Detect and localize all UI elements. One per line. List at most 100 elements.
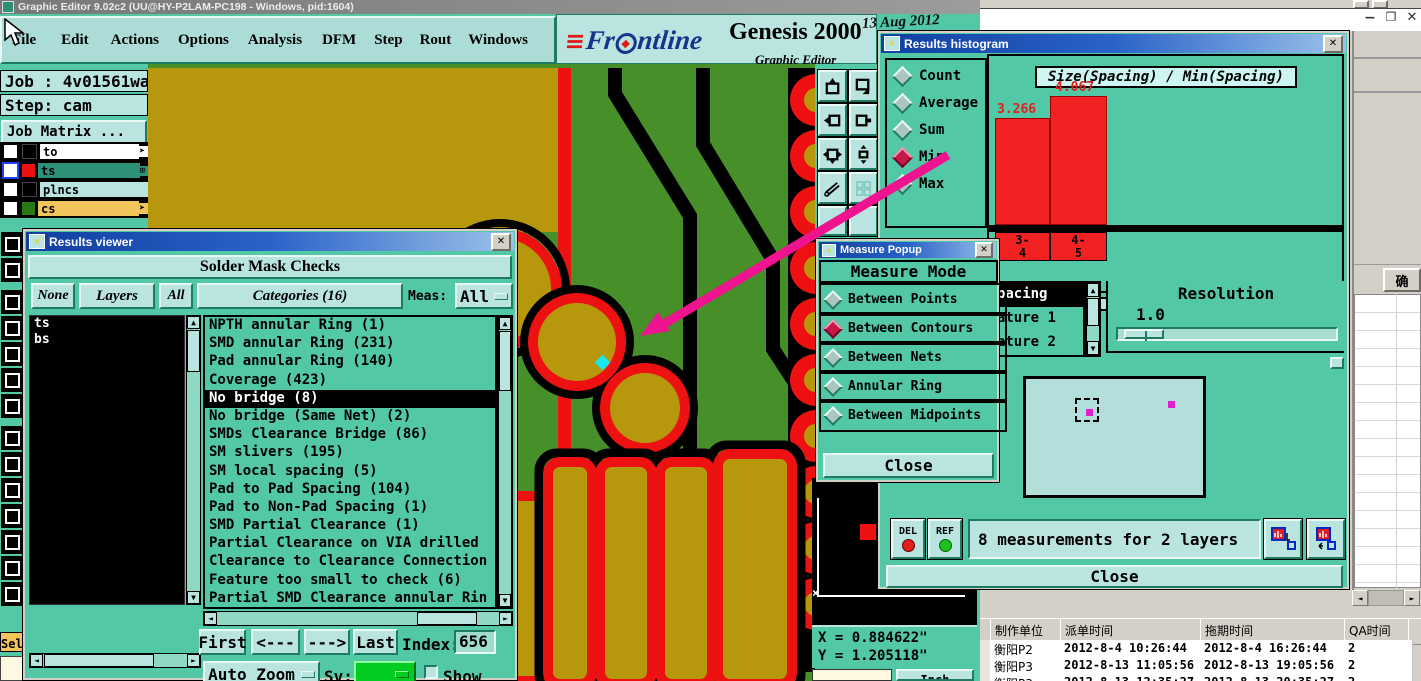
table-cell[interactable]: 衡阳P3 [990,674,1065,681]
toolbar-tools-button[interactable] [817,171,848,205]
layer-list-scrollbar[interactable]: ▲ ▼ [186,315,201,605]
results-viewer-titlebar[interactable]: ✕ Results viewer ✕ [26,232,514,251]
minimap-result-dot[interactable] [1168,401,1175,408]
table-cell[interactable]: 2012-8-13 12:35:27 [1060,674,1205,681]
scroll-right-icon[interactable]: ► [499,612,512,625]
category-item[interactable]: SM local spacing (5) [205,463,495,481]
scroll-up-icon[interactable]: ▲ [187,316,200,329]
layer-slot[interactable] [1,232,23,256]
category-item[interactable]: Partial SMD Clearance annular Rin [205,590,495,607]
categories-header-button[interactable]: Categories (16) [197,283,403,309]
close-icon[interactable]: ✕ [1404,10,1420,26]
toolbar-stretch-button[interactable] [848,137,879,171]
radio-icon[interactable] [891,173,914,195]
layer-checkbox[interactable] [2,162,19,179]
radio-icon[interactable] [823,289,843,310]
scroll-thumb[interactable] [417,612,477,625]
list-item[interactable]: ts [30,316,184,332]
stat-sum[interactable]: Sum [891,119,944,141]
all-layers-button[interactable]: All [159,283,193,309]
scroll-thumb[interactable] [187,330,200,372]
category-item[interactable]: NPTH annular Ring (1) [205,317,495,335]
radio-icon[interactable] [823,376,843,397]
minimap-result-dot[interactable] [1086,409,1093,416]
layer-color-swatch[interactable] [22,202,35,215]
layer-slot[interactable] [1,556,23,580]
layer-name[interactable]: ts [38,163,140,178]
layer-name[interactable]: cs [38,201,139,216]
layer-slot[interactable] [1,394,23,418]
categories-list[interactable]: NPTH annular Ring (1) SMD annular Ring (… [203,315,497,609]
background-list-area[interactable] [1354,294,1421,588]
results-histogram-titlebar[interactable]: ✕ Results histogram ✕ [881,34,1346,53]
layer-color-swatch[interactable] [22,182,37,197]
category-item[interactable]: Pad to Non-Pad Spacing (1) [205,499,495,517]
close-icon[interactable]: ✕ [1323,34,1343,53]
slider-thumb[interactable] [1124,329,1164,341]
table-cell[interactable]: 2012-8-13 20:35:27 [1200,674,1349,681]
scroll-right-icon[interactable]: ► [1404,590,1420,606]
option-between-midpoints[interactable]: Between Midpoints [819,399,1007,432]
layer-color-swatch[interactable] [22,144,37,159]
category-item[interactable]: SMD annular Ring (231) [205,335,495,353]
toolbar-button[interactable] [817,205,848,237]
layer-slot[interactable] [1,290,23,314]
meas-dropdown[interactable]: All [455,283,513,309]
layer-color-swatch[interactable] [22,164,35,177]
layer-list-h-scrollbar[interactable]: ◄ ► [29,653,201,668]
radio-icon-selected[interactable] [823,318,843,339]
layer-row-cs[interactable]: cs ➤ [0,199,148,218]
menu-edit[interactable]: Edit [61,32,89,49]
histogram-bar[interactable] [995,118,1050,225]
minimize-icon[interactable]: − [1362,10,1378,26]
scroll-left-icon[interactable]: ◄ [30,654,43,667]
layer-row-plncs[interactable]: plncs [0,180,148,199]
categories-scrollbar[interactable]: ▲ ▼ [497,315,513,609]
scroll-thumb[interactable] [499,331,511,391]
layers-button[interactable]: Layers [79,283,155,309]
layer-slot[interactable] [1,504,23,528]
resolution-slider[interactable] [1116,327,1338,341]
stat-average[interactable]: Average [891,92,978,114]
export-measures-button[interactable] [1263,518,1303,560]
layer-checkbox[interactable] [2,181,19,198]
layer-slot[interactable] [1,342,23,366]
h-scrollbar[interactable] [1368,590,1404,606]
histogram-bar[interactable] [1050,96,1107,225]
layer-slot[interactable] [1,530,23,554]
category-item[interactable]: No bridge (Same Net) (2) [205,408,495,426]
results-minimap[interactable] [1023,376,1206,498]
viewer-layer-list[interactable]: ts bs [29,315,185,605]
series-scrollbar[interactable]: ▲ ▼ [1085,281,1101,357]
close-icon[interactable]: ✕ [975,242,993,258]
categories-h-scrollbar[interactable]: ◄ ► [203,611,513,626]
scroll-down-icon[interactable]: ▼ [1087,341,1099,355]
menu-dfm[interactable]: DFM [322,32,356,49]
last-button[interactable]: Last [353,629,398,655]
close-icon[interactable]: ✕ [491,232,511,251]
stat-count[interactable]: Count [891,65,961,87]
menu-analysis[interactable]: Analysis [248,32,302,49]
units-button[interactable]: Inch [896,669,974,681]
layer-checkbox[interactable] [2,143,19,160]
layer-slot[interactable] [1,478,23,502]
first-button[interactable]: First [198,629,247,655]
menu-options[interactable]: Options [178,32,229,49]
reference-measure-button[interactable]: REF [927,518,963,560]
scroll-up-icon[interactable]: ▲ [499,317,511,330]
auto-zoom-dropdown[interactable]: Auto Zoom [203,661,320,681]
menu-actions[interactable]: Actions [111,32,159,49]
layer-slot[interactable] [1,582,23,606]
category-item[interactable]: Coverage (423) [205,372,495,390]
layer-slot[interactable] [1,452,23,476]
scroll-up-icon[interactable]: ▲ [1087,283,1099,297]
toolbar-grid-button[interactable] [848,171,879,205]
scroll-left-icon[interactable]: ◄ [204,612,217,625]
layer-slot[interactable] [1,316,23,340]
stat-max[interactable]: Max [891,173,944,195]
radio-icon[interactable] [823,347,843,368]
scroll-right-icon[interactable]: ► [187,654,200,667]
category-item-selected[interactable]: No bridge (8) [205,389,495,408]
measure-popup-titlebar[interactable]: ✕ Measure Popup ✕ [819,242,996,258]
delete-measure-button[interactable]: DEL [890,518,926,560]
